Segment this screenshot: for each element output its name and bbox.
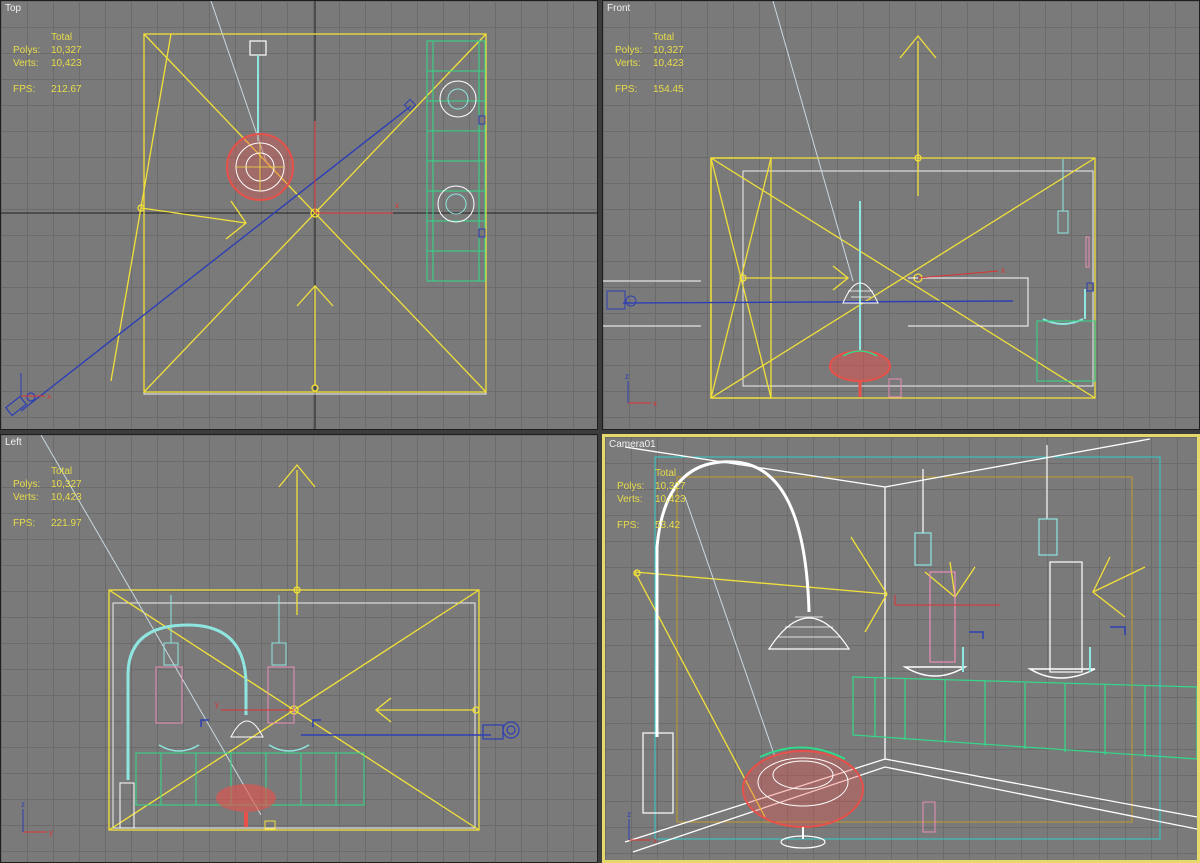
viewport-label[interactable]: Top — [5, 3, 21, 14]
chair-wireframe — [216, 784, 276, 830]
room-outline — [624, 438, 1197, 853]
corner-axis: z x — [625, 372, 657, 408]
corner-axis: x — [20, 373, 51, 401]
viewport-top[interactable]: Top Total Polys: 10,327 Verts: 10,423 FPS:… — [0, 0, 598, 430]
svg-text:y: y — [49, 828, 53, 837]
viewport-label[interactable]: Left — [5, 437, 22, 448]
camera-target-line — [20, 105, 412, 412]
svg-text:x: x — [1001, 266, 1005, 275]
viewport-label[interactable]: Camera01 — [609, 439, 656, 450]
axis-gizmo — [894, 595, 1000, 606]
floor-lamp — [249, 40, 267, 141]
sink-cabinet — [426, 40, 486, 282]
corner-axis: z y — [21, 800, 53, 837]
sink-basins — [902, 626, 1126, 679]
sink-basins — [437, 80, 486, 238]
svg-text:y: y — [215, 700, 219, 709]
statistics-overlay: Total Polys: 10,327 Verts: 10,423 FPS: 53.4… — [617, 468, 686, 531]
svg-text:z: z — [625, 372, 629, 381]
statistics-overlay: Total Polys: 10,327 Verts: 10,423 FPS: 221.… — [13, 466, 82, 529]
camera-icon — [482, 721, 520, 740]
sink-cabinet — [852, 676, 1197, 760]
axis-gizmo: y — [215, 700, 294, 711]
statistics-overlay: Total Polys: 10,327 Verts: 10,423 FPS: 212.… — [13, 32, 82, 95]
svg-text:z: z — [627, 810, 631, 819]
viewport-camera[interactable]: Camera01 Total Polys: 10,327 Verts: 10,423… — [602, 434, 1200, 863]
mirrors — [155, 595, 295, 724]
chair-wireframe — [829, 350, 902, 398]
camera-target-line — [622, 300, 1014, 304]
viewport-left[interactable]: Left Total Polys: 10,327 Verts: 10,423 FPS… — [0, 434, 598, 863]
svg-text:z: z — [21, 800, 25, 809]
sink-cabinet — [1036, 282, 1096, 382]
statistics-overlay: Total Polys: 10,327 Verts: 10,423 FPS: 154.… — [615, 32, 684, 95]
svg-text:x: x — [653, 399, 657, 408]
viewport-front[interactable]: Front Total Polys: 10,327 Verts: 10,423 FP… — [602, 0, 1200, 430]
wall-pendants — [1057, 159, 1090, 268]
axis-gizmo: x — [917, 266, 1005, 279]
viewport-grid: Top Total Polys: 10,327 Verts: 10,423 FPS:… — [0, 0, 1200, 863]
wall-pendants — [914, 445, 1058, 566]
svg-text:x: x — [653, 836, 657, 845]
chair-wireframe — [226, 133, 294, 201]
floor-lamp — [842, 201, 879, 351]
svg-text:x: x — [395, 201, 399, 210]
svg-text:x: x — [47, 392, 51, 401]
corner-axis: z x — [627, 810, 657, 845]
viewport-label[interactable]: Front — [607, 3, 630, 14]
